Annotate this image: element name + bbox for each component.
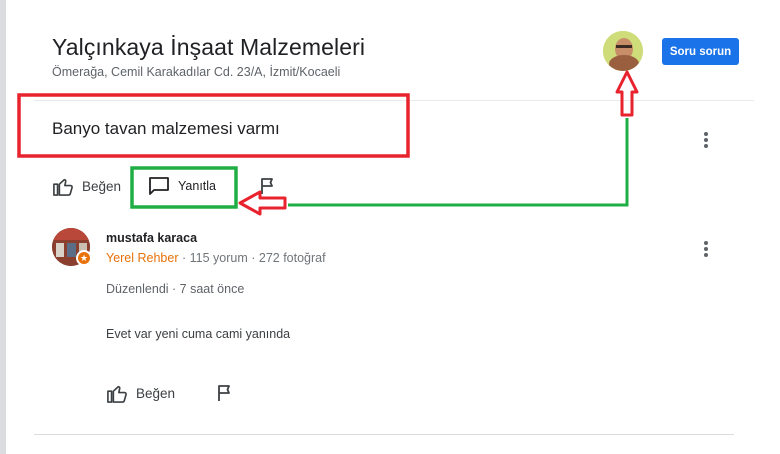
header-divider	[34, 100, 754, 101]
qa-card: Yalçınkaya İnşaat Malzemeleri Ömerağa, C…	[6, 0, 780, 454]
question-like-label: Beğen	[82, 178, 122, 194]
meta-separator-1: ·	[178, 251, 190, 265]
answer-more-button[interactable]	[694, 237, 718, 261]
answer-text: Evet var yeni cuma cami yanında	[106, 327, 291, 341]
business-address: Ömerağa, Cemil Karakadılar Cd. 23/A, İzm…	[52, 65, 341, 79]
answer-author-name[interactable]: mustafa karaca	[106, 231, 197, 245]
question-report-button[interactable]	[259, 177, 277, 195]
thumb-up-icon	[107, 385, 127, 403]
photo-count: 272 fotoğraf	[258, 251, 326, 265]
answer-divider	[34, 434, 734, 435]
more-vert-icon	[704, 132, 708, 148]
question-reply-label: Yanıtla	[178, 179, 216, 193]
question-reply-button[interactable]: Yanıtla	[148, 176, 216, 196]
flag-icon	[218, 385, 230, 401]
business-title: Yalçınkaya İnşaat Malzemeleri	[52, 34, 366, 60]
local-guide-star-icon: ★	[76, 250, 92, 266]
local-guide-label: Yerel Rehber	[106, 251, 179, 265]
thumb-up-icon	[53, 178, 73, 196]
more-vert-icon	[704, 241, 708, 257]
answer-edited-time: Düzenlendi · 7 saat önce	[106, 282, 245, 296]
user-avatar[interactable]	[603, 31, 643, 71]
flag-icon	[261, 178, 273, 194]
question-like-button[interactable]: Beğen	[52, 176, 121, 196]
question-text: Banyo tavan malzemesi varmı	[52, 119, 280, 138]
user-avatar-photo	[603, 31, 643, 71]
review-count: 115 yorum	[189, 251, 248, 265]
reply-bubble-icon	[149, 177, 169, 195]
answer-report-button[interactable]	[216, 384, 234, 402]
question-more-button[interactable]	[694, 128, 718, 152]
answer-like-button[interactable]: Beğen	[106, 383, 175, 403]
ask-question-button[interactable]: Soru sorun	[662, 38, 739, 65]
answer-like-label: Beğen	[136, 385, 176, 401]
answer-author-meta: Yerel Rehber · 115 yorum · 272 fotoğraf	[106, 251, 326, 265]
meta-separator-2: ·	[247, 251, 259, 265]
